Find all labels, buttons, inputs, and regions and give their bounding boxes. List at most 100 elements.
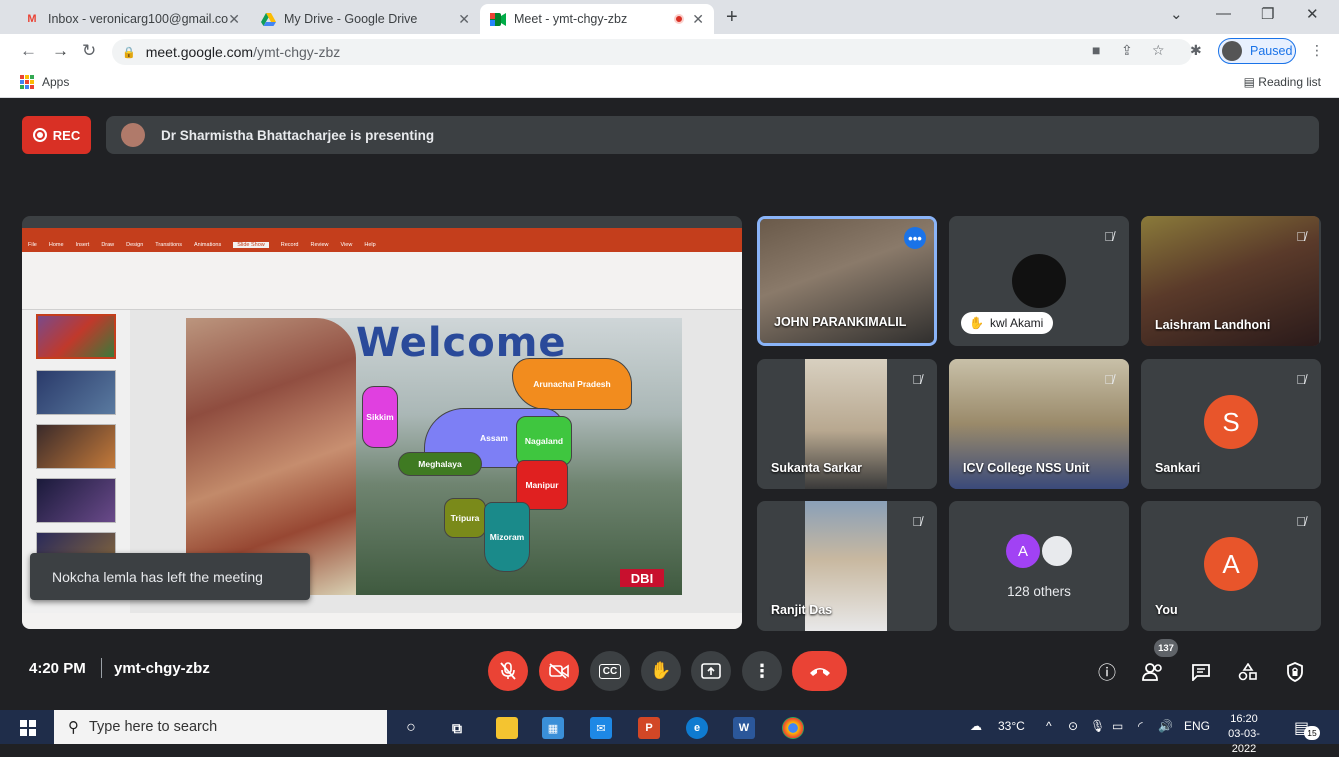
back-arrow-icon[interactable]: ← — [20, 41, 37, 61]
mic-off-icon: 🎙̸ — [1296, 371, 1306, 387]
ppt-ribbon-tabs: File Home Insert Draw Design Transitions Anima… — [22, 238, 742, 252]
self-tile[interactable]: 🎙̸ A You — [1141, 501, 1321, 631]
action-center-button[interactable]: ▤ 15 — [1294, 718, 1320, 740]
leave-call-button[interactable] — [792, 651, 847, 691]
camera-off-button[interactable] — [539, 651, 579, 691]
powerpoint-icon[interactable]: P — [638, 717, 660, 739]
slide-thumbnail[interactable] — [36, 424, 116, 469]
others-tile[interactable]: A 128 others — [949, 501, 1129, 631]
participant-name: Ranjit Das — [771, 603, 833, 617]
cortana-icon[interactable]: ○ — [400, 717, 422, 739]
mic-off-icon: 🎙̸ — [1104, 228, 1114, 244]
window-close-button[interactable]: ✕ — [1306, 5, 1319, 23]
reading-list-button[interactable]: ▤ Reading list — [1244, 75, 1321, 89]
slide-thumbnail[interactable] — [36, 478, 116, 523]
edge-icon[interactable]: e — [686, 717, 708, 739]
minimize-button[interactable]: — — [1216, 5, 1231, 22]
meeting-details-icon[interactable]: ⓘ — [1094, 659, 1120, 685]
notification-count: 15 — [1304, 726, 1320, 740]
participant-tile[interactable]: 🎙̸ ✋ kwl Akami — [949, 216, 1129, 346]
chat-icon[interactable] — [1188, 659, 1214, 685]
reload-icon[interactable]: ↻ — [82, 41, 96, 61]
camera-icon[interactable]: ■ — [1092, 42, 1100, 58]
map-state: Arunachal Pradesh — [512, 358, 632, 410]
present-now-button[interactable] — [691, 651, 731, 691]
map-state: Mizoram — [484, 502, 530, 572]
tab-label: My Drive - Google Drive — [284, 12, 418, 26]
windows-start-icon[interactable] — [20, 720, 36, 736]
slide-thumbnail[interactable] — [36, 370, 116, 415]
more-options-button[interactable]: ⋮ — [742, 651, 782, 691]
volume-icon[interactable]: 🔊 — [1158, 719, 1173, 733]
tab-meet[interactable]: Meet - ymt-chgy-zbz ✕ — [480, 4, 714, 34]
people-icon[interactable] — [1140, 659, 1166, 685]
participant-tile[interactable]: 🎙̸ Sukanta Sarkar — [757, 359, 937, 489]
mail-icon[interactable]: ✉ — [590, 717, 612, 739]
tab-drive[interactable]: My Drive - Google Drive ✕ — [250, 4, 480, 34]
share-icon[interactable]: ⇪ — [1121, 42, 1133, 59]
close-icon[interactable]: ✕ — [692, 11, 704, 28]
hang-up-icon — [809, 668, 830, 676]
participant-name: JOHN PARANKIMALIL — [774, 315, 907, 329]
search-icon: ⚲ — [68, 719, 79, 736]
participant-tile[interactable]: 🎙̸ Ranjit Das — [757, 501, 937, 631]
store-icon[interactable]: ▦ — [542, 717, 564, 739]
recording-badge[interactable]: REC — [22, 116, 91, 154]
host-controls-icon[interactable] — [1282, 659, 1308, 685]
map-state: Nagaland — [516, 416, 572, 466]
participant-tile[interactable]: 🎙̸ S Sankari — [1141, 359, 1321, 489]
profile-paused-button[interactable]: Paused — [1218, 38, 1296, 64]
slide-thumbnail[interactable] — [36, 314, 116, 359]
new-tab-button[interactable]: + — [726, 6, 738, 29]
browser-menu-icon[interactable]: ⋮ — [1310, 42, 1324, 59]
file-explorer-icon[interactable] — [496, 717, 518, 739]
participant-tile[interactable]: 🎙̸ ICV College NSS Unit — [949, 359, 1129, 489]
bookmarks-bar: Apps ▤ Reading list — [0, 68, 1339, 98]
mic-off-button[interactable] — [488, 651, 528, 691]
taskbar-clock[interactable]: 16:20 03-03-2022 — [1218, 712, 1270, 757]
avatar: A — [1204, 537, 1258, 591]
reading-list-icon: ▤ — [1243, 75, 1259, 89]
tab-label: Meet - ymt-chgy-zbz — [514, 12, 628, 26]
mic-off-icon — [500, 662, 516, 680]
activities-icon[interactable] — [1235, 659, 1261, 685]
close-icon[interactable]: ✕ — [228, 11, 240, 28]
show-hidden-icons-chevron-icon[interactable]: ^ — [1046, 719, 1052, 733]
mic-off-icon: 🎙̸ — [912, 513, 922, 529]
chrome-icon[interactable] — [782, 717, 804, 739]
task-view-icon[interactable]: ⧉ — [446, 717, 468, 739]
taskbar-search-box[interactable]: ⚲ Type here to search — [54, 710, 387, 744]
lock-icon[interactable]: 🔒 — [122, 46, 136, 59]
microphone-icon[interactable]: 🎙 — [1090, 719, 1105, 733]
apps-shortcut[interactable]: Apps — [20, 75, 69, 89]
mic-off-icon: 🎙̸ — [912, 371, 922, 387]
bookmark-star-icon[interactable]: ☆ — [1152, 42, 1165, 59]
avatar — [121, 123, 145, 147]
onedrive-icon[interactable]: ⊙ — [1068, 719, 1078, 733]
wifi-icon[interactable]: ◜ — [1138, 719, 1143, 733]
extensions-puzzle-icon[interactable]: ✱ — [1190, 42, 1202, 59]
address-bar[interactable]: 🔒 meet.google.com/ymt-chgy-zbz — [112, 39, 1192, 65]
forward-arrow-icon[interactable]: → — [52, 41, 69, 61]
input-language[interactable]: ENG — [1184, 719, 1210, 733]
tab-gmail[interactable]: M Inbox - veronicarg100@gmail.co ✕ — [14, 4, 250, 34]
hand-icon: ✋ — [650, 661, 672, 680]
close-icon[interactable]: ✕ — [458, 11, 470, 28]
tab-search-chevron-icon[interactable]: ⌄ — [1170, 5, 1183, 23]
apps-grid-icon — [20, 75, 34, 89]
participant-tile[interactable]: ••• JOHN PARANKIMALIL — [757, 216, 937, 346]
mic-off-icon: 🎙̸ — [1104, 371, 1114, 387]
word-icon[interactable]: W — [733, 717, 755, 739]
participant-tile[interactable]: 🎙̸ Laishram Landhoni — [1141, 216, 1321, 346]
record-icon — [32, 128, 47, 142]
meeting-code: ymt-chgy-zbz — [114, 660, 210, 677]
weather-icon[interactable]: ☁ — [970, 719, 982, 733]
battery-icon[interactable]: ▭ — [1112, 719, 1123, 733]
ppt-ribbon: File Home Insert Draw Design Transitions Anima… — [22, 238, 742, 310]
more-options-icon[interactable]: ••• — [904, 227, 926, 249]
raise-hand-button[interactable]: ✋ — [641, 651, 681, 691]
captions-button[interactable]: CC — [590, 651, 630, 691]
restore-button[interactable]: ❐ — [1261, 5, 1274, 23]
search-placeholder: Type here to search — [89, 719, 218, 735]
notification-toast: Nokcha lemla has left the meeting — [30, 553, 310, 600]
